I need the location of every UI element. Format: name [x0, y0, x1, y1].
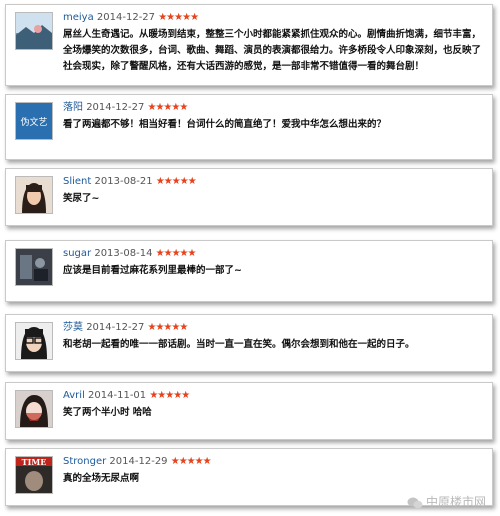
- user-avatar[interactable]: [15, 12, 53, 50]
- rating-stars: ★★★★★: [158, 12, 199, 23]
- comment-text: 笑尿了~: [63, 193, 100, 204]
- wechat-icon: [407, 497, 423, 509]
- avatar-caption: TIME: [22, 457, 47, 467]
- user-avatar[interactable]: TIME: [15, 456, 53, 494]
- comment-card: 莎莫 2014-12-27 ★★★★★ 和老胡一起看的唯一一部话剧。当时一直一直…: [5, 314, 493, 372]
- rating-stars: ★★★★★: [147, 322, 189, 333]
- comment-text: 笑了两个半小时 哈哈: [63, 407, 152, 418]
- comment-card: sugar 2013-08-14 ★★★★★ 应该是目前看过麻花系列里最棒的一部…: [5, 240, 493, 302]
- comment-text: 和老胡一起看的唯一一部话剧。当时一直一直在笑。偶尔会想到和他在一起的日子。: [63, 339, 415, 350]
- username[interactable]: 莎莫: [63, 322, 83, 333]
- user-avatar[interactable]: 伪文艺: [15, 102, 53, 140]
- rating-stars: ★★★★★: [155, 248, 197, 259]
- user-avatar[interactable]: [15, 248, 53, 286]
- avatar-caption: 伪文艺: [20, 116, 47, 128]
- comment-text: 看了两遍都不够！相当好看！台词什么的简直绝了！爱我中华怎么想出来的？: [63, 119, 387, 130]
- comment-text: 应该是目前看过麻花系列里最棒的一部了~: [63, 265, 242, 276]
- username[interactable]: sugar: [63, 248, 91, 259]
- comment-date: 2014-12-29: [109, 456, 168, 467]
- comment-card: 伪文艺 落阳 2014-12-27 ★★★★★ 看了两遍都不够！相当好看！台词什…: [5, 94, 493, 160]
- username[interactable]: meiya: [63, 12, 94, 23]
- comment-card: meiya 2014-12-27 ★★★★★ 屌丝人生奇遇记。从暖场到结束，整整…: [5, 4, 493, 86]
- username[interactable]: Avril: [63, 390, 85, 401]
- rating-stars: ★★★★★: [170, 456, 212, 467]
- comment-date: 2014-12-27: [86, 102, 145, 113]
- user-avatar[interactable]: [15, 390, 53, 428]
- rating-stars: ★★★★★: [147, 102, 189, 113]
- username[interactable]: Stronger: [63, 456, 106, 467]
- comment-date: 2014-12-27: [96, 12, 156, 23]
- watermark-text: 中原楼市网: [425, 495, 486, 509]
- rating-stars: ★★★★★: [149, 390, 190, 401]
- rating-stars: ★★★★★: [155, 176, 197, 187]
- user-avatar[interactable]: [15, 176, 53, 214]
- username[interactable]: 落阳: [63, 102, 83, 113]
- username[interactable]: Slient: [63, 176, 91, 187]
- user-avatar[interactable]: [15, 322, 53, 360]
- comment-card: Avril 2014-11-01 ★★★★★ 笑了两个半小时 哈哈: [5, 382, 493, 440]
- comment-date: 2013-08-14: [94, 248, 153, 259]
- comment-text: 真的全场无尿点啊: [63, 473, 140, 484]
- watermark: 中原楼市网: [407, 493, 486, 510]
- comment-card: Slient 2013-08-21 ★★★★★ 笑尿了~: [5, 168, 493, 226]
- comment-date: 2014-11-01: [88, 390, 147, 401]
- comment-date: 2014-12-27: [86, 322, 145, 333]
- comment-text: 屌丝人生奇遇记。从暖场到结束，整整三个小时都能紧紧抓住观众的心。剧情曲折饱满，细…: [63, 29, 482, 72]
- comment-date: 2013-08-21: [94, 176, 153, 187]
